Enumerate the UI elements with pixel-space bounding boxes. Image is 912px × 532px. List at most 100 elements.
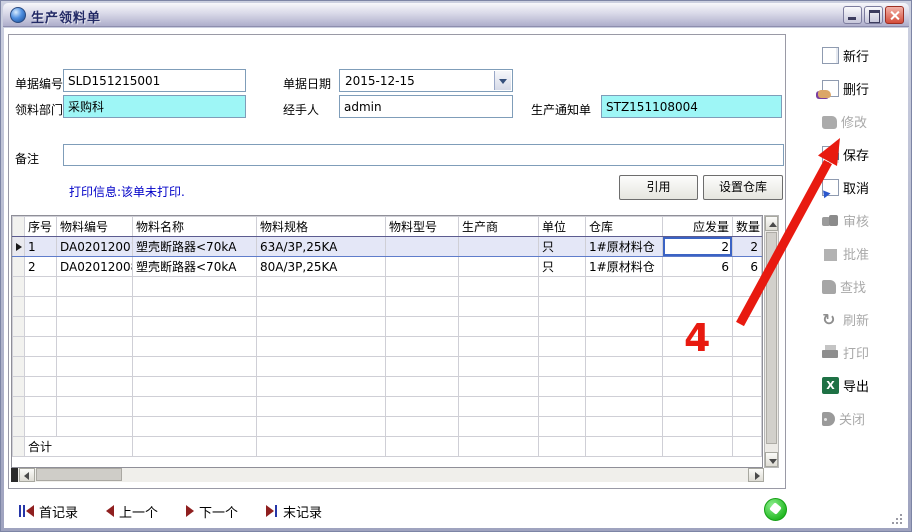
sidebar-button-new-row[interactable]: 新行 xyxy=(822,44,869,66)
maximize-button[interactable] xyxy=(864,6,883,24)
cell-material-code[interactable]: DA02012001 xyxy=(57,237,133,257)
horizontal-scrollbar[interactable] xyxy=(11,468,764,482)
nav-first-record[interactable]: 首记录 xyxy=(18,502,78,521)
header-material-spec[interactable]: 物料规格 xyxy=(257,217,386,237)
cell-material-spec[interactable]: 63A/3P,25KA xyxy=(257,237,386,257)
nav-next-record[interactable]: 下一个 xyxy=(186,502,238,521)
first-record-icon xyxy=(18,505,34,517)
doc-date-value: 2015-12-15 xyxy=(345,74,415,88)
grid-splitter[interactable] xyxy=(11,468,18,482)
vertical-scroll-thumb[interactable] xyxy=(766,232,777,444)
header-unit[interactable]: 单位 xyxy=(539,217,586,237)
horizontal-scroll-thumb[interactable] xyxy=(36,468,122,481)
empty-row xyxy=(13,377,762,397)
header-manufacturer[interactable]: 生产商 xyxy=(459,217,539,237)
header-material-model[interactable]: 物料型号 xyxy=(386,217,459,237)
remark-input[interactable] xyxy=(63,144,784,166)
cell-material-model[interactable] xyxy=(386,257,459,277)
table-row: 1 DA02012001 塑壳断路器<70kA 63A/3P,25KA 只 1#… xyxy=(13,237,762,257)
scroll-left-icon[interactable] xyxy=(19,468,35,482)
scroll-right-icon[interactable] xyxy=(748,468,764,482)
window-content: 单据编号 单据日期 2015-12-15 领料部门 经手人 生产通知单 备注 打… xyxy=(4,28,908,528)
sidebar-button-refresh[interactable]: 刷新 xyxy=(822,308,869,330)
cell-qty[interactable]: 2 xyxy=(733,237,762,257)
table-row: 2 DA02012008 塑壳断路器<70kA 80A/3P,25KA 只 1#… xyxy=(13,257,762,277)
print-info-text: 打印信息:该单未打印. xyxy=(69,183,185,200)
window-title: 生产领料单 xyxy=(31,7,101,26)
record-navigation-bar: 首记录 上一个 下一个 末记录 xyxy=(18,499,322,523)
status-icon xyxy=(764,498,787,521)
reference-button[interactable]: 引用 xyxy=(619,175,698,200)
modify-icon xyxy=(822,116,837,129)
sidebar-button-delete-row[interactable]: 删行 xyxy=(822,77,869,99)
cell-no[interactable]: 2 xyxy=(25,257,57,277)
sidebar-button-modify[interactable]: 修改 xyxy=(822,110,869,132)
grid-header-row: 序号 物料编号 物料名称 物料规格 物料型号 生产商 单位 仓库 应发量 数量 xyxy=(13,217,762,237)
cell-manufacturer[interactable] xyxy=(459,237,539,257)
header-material-code[interactable]: 物料编号 xyxy=(57,217,133,237)
set-warehouse-button[interactable]: 设置仓库 xyxy=(703,175,783,200)
cell-no[interactable]: 1 xyxy=(25,237,57,257)
sidebar-button-find[interactable]: 查找 xyxy=(822,275,869,297)
delete-row-icon xyxy=(822,80,839,97)
sidebar-button-close[interactable]: 关闭 xyxy=(822,407,869,429)
notice-input[interactable] xyxy=(601,95,782,118)
cell-manufacturer[interactable] xyxy=(459,257,539,277)
production-requisition-window: 生产领料单 单据编号 单据日期 2015-12-15 领料部门 经手人 生产通知… xyxy=(0,0,912,532)
vertical-scrollbar[interactable] xyxy=(764,215,779,468)
cancel-icon xyxy=(822,179,839,196)
cell-material-name[interactable]: 塑壳断路器<70kA xyxy=(133,237,257,257)
remark-label: 备注 xyxy=(15,150,39,167)
sidebar-button-audit[interactable]: 审核 xyxy=(822,209,869,231)
cell-due-qty-focused[interactable]: 2 xyxy=(663,237,733,257)
approve-icon xyxy=(824,249,837,261)
cell-warehouse[interactable]: 1#原材料仓 xyxy=(586,237,663,257)
total-row: 合计 xyxy=(13,437,762,457)
cell-material-name[interactable]: 塑壳断路器<70kA xyxy=(133,257,257,277)
cell-due-qty[interactable]: 6 xyxy=(663,257,733,277)
cell-material-code[interactable]: DA02012008 xyxy=(57,257,133,277)
header-no[interactable]: 序号 xyxy=(25,217,57,237)
sidebar-button-export[interactable]: 导出 xyxy=(822,374,869,396)
minimize-button[interactable] xyxy=(843,6,862,24)
resize-grip[interactable] xyxy=(892,514,904,526)
cell-unit[interactable]: 只 xyxy=(539,257,586,277)
chevron-down-icon[interactable] xyxy=(494,71,511,90)
nav-last-record[interactable]: 末记录 xyxy=(266,502,322,521)
header-qty[interactable]: 数量 xyxy=(733,217,762,237)
handler-input[interactable] xyxy=(339,95,513,118)
sidebar-button-save[interactable]: 保存 xyxy=(822,143,869,165)
header-warehouse[interactable]: 仓库 xyxy=(586,217,663,237)
print-icon xyxy=(822,344,839,361)
cell-unit[interactable]: 只 xyxy=(539,237,586,257)
cell-material-model[interactable] xyxy=(386,237,459,257)
last-record-icon xyxy=(266,505,278,517)
sidebar-button-cancel[interactable]: 取消 xyxy=(822,176,869,198)
dept-input[interactable] xyxy=(63,95,246,118)
title-bar: 生产领料单 xyxy=(3,3,909,27)
cell-material-spec[interactable]: 80A/3P,25KA xyxy=(257,257,386,277)
scroll-up-icon[interactable] xyxy=(765,216,778,231)
sidebar-button-print[interactable]: 打印 xyxy=(822,341,869,363)
doc-no-label: 单据编号 xyxy=(15,75,63,92)
current-row-marker xyxy=(13,237,25,257)
audit-icon xyxy=(822,212,839,229)
header-material-name[interactable]: 物料名称 xyxy=(133,217,257,237)
doc-date-label: 单据日期 xyxy=(283,75,331,92)
empty-row xyxy=(13,417,762,437)
doc-date-combobox[interactable]: 2015-12-15 xyxy=(339,69,513,92)
cell-warehouse[interactable]: 1#原材料仓 xyxy=(586,257,663,277)
sidebar-button-approve[interactable]: 批准 xyxy=(822,242,869,264)
header-due-qty[interactable]: 应发量 xyxy=(663,217,733,237)
detail-grid: 序号 物料编号 物料名称 物料规格 物料型号 生产商 单位 仓库 应发量 数量 … xyxy=(11,215,763,468)
next-record-icon xyxy=(186,505,194,517)
cell-qty[interactable]: 6 xyxy=(733,257,762,277)
app-icon xyxy=(10,7,26,23)
empty-row xyxy=(13,297,762,317)
form-panel: 单据编号 单据日期 2015-12-15 领料部门 经手人 生产通知单 备注 打… xyxy=(8,34,786,489)
nav-previous-record[interactable]: 上一个 xyxy=(106,502,158,521)
close-button[interactable] xyxy=(885,6,904,24)
scroll-down-icon[interactable] xyxy=(765,452,778,467)
empty-row xyxy=(13,317,762,337)
doc-no-input[interactable] xyxy=(63,69,246,92)
